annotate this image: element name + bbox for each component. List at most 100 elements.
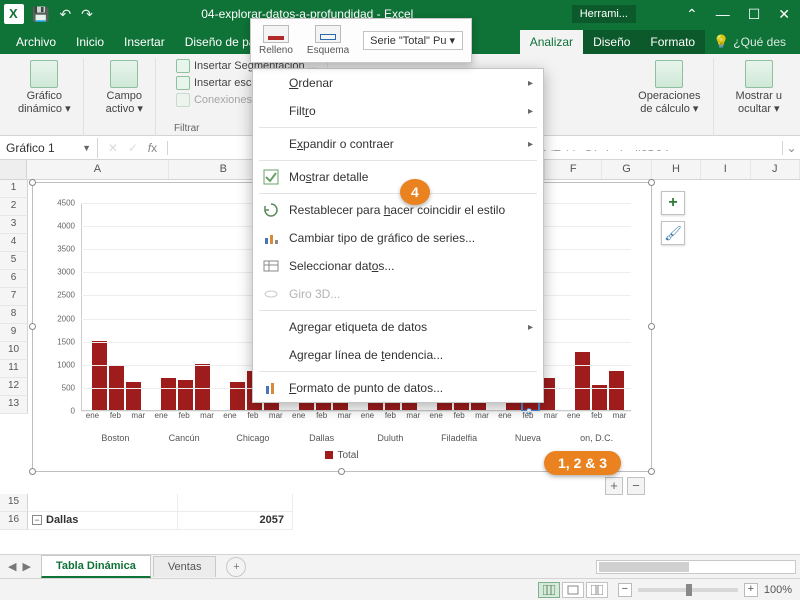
ctx-filtro[interactable]: Filtro▸	[253, 97, 543, 125]
select-all-corner[interactable]	[0, 160, 27, 179]
resize-handle[interactable]	[29, 468, 36, 475]
ribbon-options-icon[interactable]: ⌃	[686, 6, 698, 23]
chart-elements-button[interactable]: +	[661, 191, 685, 215]
tab-archivo[interactable]: Archivo	[6, 30, 66, 54]
cell-B16[interactable]: 2057	[178, 512, 293, 530]
row-12-header[interactable]: 12	[0, 378, 28, 396]
col-A[interactable]: A	[27, 160, 169, 179]
chart-bar[interactable]	[92, 341, 107, 410]
ctx-cambiar-tipo-grafico[interactable]: Cambiar tipo de gráfico de series...	[253, 224, 543, 252]
minimize-icon[interactable]: —	[716, 6, 730, 23]
resize-handle[interactable]	[29, 323, 36, 330]
chart-bar[interactable]	[575, 352, 590, 410]
row-9-header[interactable]: 9	[0, 324, 28, 342]
mini-outline-button[interactable]: Esquema	[307, 25, 349, 56]
mini-series-selector[interactable]: Serie "Total" Pu ▾	[363, 31, 463, 50]
row-5-header[interactable]: 5	[0, 252, 28, 270]
row-2-header[interactable]: 2	[0, 198, 28, 216]
row-15-header[interactable]: 15	[0, 494, 28, 512]
row-3-header[interactable]: 3	[0, 216, 28, 234]
zoom-value[interactable]: 100%	[764, 584, 792, 596]
row-6-header[interactable]: 6	[0, 270, 28, 288]
tell-me[interactable]: 💡 ¿Qué des	[705, 30, 794, 54]
cancel-formula-icon[interactable]: ✕	[108, 141, 118, 155]
resize-handle[interactable]	[338, 468, 345, 475]
ctx-ordenar[interactable]: Ordenar▸	[253, 69, 543, 97]
row-7-header[interactable]: 7	[0, 288, 28, 306]
sheet-nav-first-icon[interactable]: ◀	[8, 560, 16, 573]
view-normal-button[interactable]	[538, 582, 560, 598]
chart-bar[interactable]	[230, 382, 245, 410]
campo-activo-button[interactable]: Campo activo ▾	[102, 58, 147, 117]
ctx-formato-punto[interactable]: Formato de punto de datos...	[253, 374, 543, 402]
row-10-header[interactable]: 10	[0, 342, 28, 360]
resize-handle[interactable]	[648, 323, 655, 330]
col-G[interactable]: G	[602, 160, 651, 179]
horizontal-scrollbar[interactable]	[596, 560, 796, 574]
row-13-header[interactable]: 13	[0, 396, 28, 414]
tab-inicio[interactable]: Inicio	[66, 30, 114, 54]
chart-expand-button[interactable]: +	[605, 477, 623, 495]
fx-icon[interactable]: fx	[148, 141, 157, 155]
tab-analizar[interactable]: Analizar	[520, 30, 583, 54]
tab-insertar[interactable]: Insertar	[114, 30, 175, 54]
chart-x-category-labels: BostonCancúnChicagoDallasDuluthFiladelfi…	[81, 433, 631, 447]
sheet-tab-tabla-dinamica[interactable]: Tabla Dinámica	[41, 555, 151, 578]
chart-collapse-button[interactable]: −	[627, 477, 645, 495]
col-J[interactable]: J	[751, 160, 800, 179]
resize-handle[interactable]	[29, 179, 36, 186]
row-8-header[interactable]: 8	[0, 306, 28, 324]
tab-diseno[interactable]: Diseño	[583, 30, 640, 54]
chart-bar[interactable]	[161, 378, 176, 410]
chart-bar[interactable]	[178, 380, 193, 410]
ctx-restablecer-estilo[interactable]: Restablecer para hacer coincidir el esti…	[253, 196, 543, 224]
cell-B15[interactable]	[178, 494, 293, 512]
mostrar-ocultar-button[interactable]: Mostrar u ocultar ▾	[732, 58, 786, 117]
data-row-15[interactable]: 15	[0, 494, 800, 512]
grafico-dinamico-button[interactable]: Gráfico dinámico ▾	[14, 58, 75, 117]
zoom-in-button[interactable]: +	[744, 583, 758, 597]
tab-formato[interactable]: Formato	[640, 30, 705, 54]
scrollbar-thumb[interactable]	[599, 562, 689, 572]
ctx-seleccionar-datos[interactable]: Seleccionar datos...	[253, 252, 543, 280]
qat-undo-icon[interactable]: ↶	[59, 6, 71, 23]
mini-fill-button[interactable]: Relleno	[259, 25, 293, 56]
resize-handle[interactable]	[648, 468, 655, 475]
ctx-mostrar-detalle[interactable]: Mostrar detalle	[253, 163, 543, 191]
col-I[interactable]: I	[701, 160, 750, 179]
cell-A16[interactable]: −Dallas	[28, 512, 178, 530]
new-sheet-button[interactable]: +	[226, 557, 246, 577]
operaciones-calculo-button[interactable]: Operaciones de cálculo ▾	[634, 58, 704, 117]
sheet-tab-ventas[interactable]: Ventas	[153, 556, 217, 577]
outline-collapse-icon[interactable]: −	[32, 515, 42, 525]
ctx-agregar-etiqueta[interactable]: Agregar etiqueta de datos▸	[253, 313, 543, 341]
qat-save-icon[interactable]: 💾	[32, 6, 49, 23]
close-icon[interactable]: ✕	[778, 6, 790, 23]
chart-bar[interactable]	[609, 371, 624, 410]
row-1-header[interactable]: 1	[0, 180, 28, 198]
name-box-dropdown-icon[interactable]: ▼	[82, 143, 91, 153]
sheet-nav-last-icon[interactable]: ▶	[22, 560, 30, 573]
cell-A15[interactable]	[28, 494, 178, 512]
col-F[interactable]: F	[545, 160, 602, 179]
row-4-header[interactable]: 4	[0, 234, 28, 252]
name-box[interactable]: Gráfico 1 ▼	[0, 138, 98, 158]
chart-styles-button[interactable]: 🖌	[661, 221, 685, 245]
ctx-agregar-tendencia[interactable]: Agregar línea de tendencia...	[253, 341, 543, 369]
resize-handle[interactable]	[648, 179, 655, 186]
data-row-16[interactable]: 16 −Dallas 2057	[0, 512, 800, 530]
enter-formula-icon[interactable]: ✓	[128, 141, 138, 155]
maximize-icon[interactable]: ☐	[748, 6, 761, 23]
view-page-break-button[interactable]	[586, 582, 608, 598]
qat-redo-icon[interactable]: ↷	[81, 6, 93, 23]
col-H[interactable]: H	[652, 160, 701, 179]
row-16-header[interactable]: 16	[0, 512, 28, 530]
chart-bar[interactable]	[126, 382, 141, 410]
formula-expand-icon[interactable]: ⌄	[782, 141, 800, 155]
zoom-out-button[interactable]: −	[618, 583, 632, 597]
view-page-layout-button[interactable]	[562, 582, 584, 598]
zoom-thumb[interactable]	[686, 584, 692, 596]
row-11-header[interactable]: 11	[0, 360, 28, 378]
ctx-expandir-contraer[interactable]: Expandir o contraer▸	[253, 130, 543, 158]
zoom-slider[interactable]	[638, 588, 738, 592]
